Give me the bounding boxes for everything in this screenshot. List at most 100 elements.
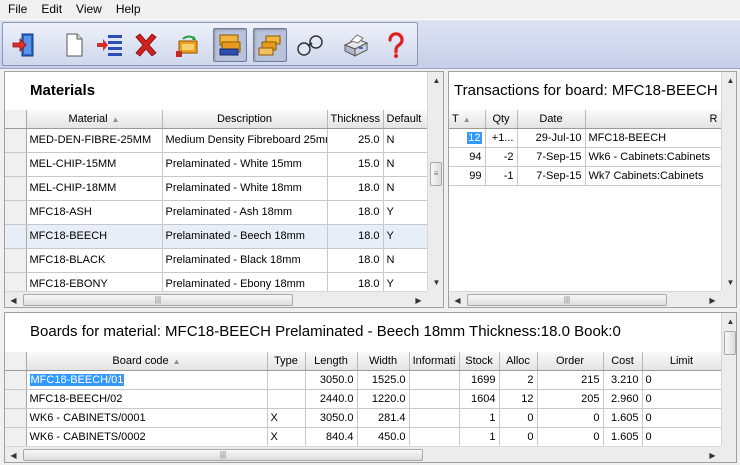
- table-cell[interactable]: Prelaminated - Black 18mm: [162, 248, 328, 273]
- help-button[interactable]: [379, 28, 413, 62]
- table-cell[interactable]: Prelaminated - White 15mm: [162, 152, 328, 177]
- table-cell[interactable]: X: [267, 408, 306, 428]
- boards-header-type[interactable]: Type: [267, 352, 306, 371]
- table-row[interactable]: MFC18-BEECH/02 2440.0 1220.0 1604 12 205 2.960…: [5, 389, 722, 409]
- table-cell[interactable]: 15.0: [327, 152, 384, 177]
- table-cell[interactable]: [409, 389, 460, 409]
- table-cell[interactable]: 94: [449, 147, 486, 167]
- row-selector[interactable]: [5, 408, 27, 428]
- table-cell[interactable]: 18.0: [327, 248, 384, 273]
- row-selector[interactable]: [5, 370, 27, 390]
- transactions-vscroll[interactable]: ▲ ▼: [721, 72, 736, 291]
- table-cell[interactable]: 3050.0: [305, 408, 358, 428]
- table-cell[interactable]: Prelaminated - Beech 18mm: [162, 224, 328, 249]
- scroll-down-icon[interactable]: ▼: [722, 274, 736, 291]
- transactions-header-r[interactable]: R: [585, 110, 722, 129]
- table-row[interactable]: MFC18-BLACK Prelaminated - Black 18mm 18.0…: [5, 248, 428, 273]
- table-row[interactable]: WK6 - CABINETS/0001 X 3050.0 281.4 1 0 0 1.605 0: [5, 408, 722, 428]
- boards-header-width[interactable]: Width: [357, 352, 410, 371]
- menu-view[interactable]: View: [69, 0, 109, 19]
- scroll-right-icon[interactable]: ▶: [704, 292, 721, 307]
- table-cell[interactable]: 2440.0: [305, 389, 358, 409]
- table-cell[interactable]: 0: [642, 389, 722, 409]
- boards-header-limit[interactable]: Limit: [642, 352, 722, 371]
- row-selector[interactable]: [5, 427, 27, 447]
- table-cell[interactable]: MFC18-BLACK: [26, 248, 163, 273]
- table-cell[interactable]: Prelaminated - Ash 18mm: [162, 200, 328, 225]
- table-cell[interactable]: N: [383, 176, 428, 201]
- row-selector[interactable]: [5, 389, 27, 409]
- table-cell[interactable]: 3.210: [603, 370, 643, 390]
- row-selector[interactable]: [5, 128, 27, 153]
- table-cell[interactable]: 1604: [459, 389, 500, 409]
- exit-button[interactable]: [7, 28, 41, 62]
- table-cell[interactable]: Prelaminated - White 18mm: [162, 176, 328, 201]
- new-button[interactable]: [57, 28, 91, 62]
- table-cell[interactable]: 25.0: [327, 128, 384, 153]
- transactions-hscroll-thumb[interactable]: |||: [467, 294, 667, 306]
- table-cell[interactable]: 1699: [459, 370, 500, 390]
- scroll-up-icon[interactable]: ▲: [722, 313, 736, 330]
- table-cell[interactable]: 12: [449, 128, 486, 148]
- boards-view-button[interactable]: [213, 28, 247, 62]
- table-cell[interactable]: 99: [449, 166, 486, 186]
- boards-hscroll-thumb[interactable]: |||: [23, 449, 423, 461]
- table-cell[interactable]: -2: [485, 147, 518, 167]
- table-cell[interactable]: 1220.0: [357, 389, 410, 409]
- table-cell[interactable]: X: [267, 427, 306, 447]
- scroll-up-icon[interactable]: ▲: [428, 72, 443, 89]
- table-row[interactable]: 12 +1... 29-Jul-10 MFC18-BEECH: [449, 128, 722, 148]
- table-cell[interactable]: 1525.0: [357, 370, 410, 390]
- materials-vscroll-thumb[interactable]: ≡: [430, 162, 442, 186]
- boards-header-alloc[interactable]: Alloc: [499, 352, 538, 371]
- materials-hscroll[interactable]: ◀ ||| ▶: [5, 291, 427, 307]
- materials-vscroll[interactable]: ▲ ≡ ▼: [427, 72, 443, 291]
- table-cell[interactable]: MFC18-BEECH/01: [26, 370, 268, 390]
- table-cell[interactable]: 7-Sep-15: [517, 166, 586, 186]
- scroll-left-icon[interactable]: ◀: [449, 292, 466, 307]
- table-cell[interactable]: N: [383, 248, 428, 273]
- menu-file[interactable]: File: [0, 0, 34, 19]
- scroll-right-icon[interactable]: ▶: [410, 292, 427, 307]
- table-cell[interactable]: 450.0: [357, 427, 410, 447]
- table-cell[interactable]: 18.0: [327, 200, 384, 225]
- table-cell[interactable]: 0: [642, 370, 722, 390]
- table-cell[interactable]: 205: [537, 389, 604, 409]
- table-cell[interactable]: Y: [383, 200, 428, 225]
- boards-header-length[interactable]: Length: [305, 352, 358, 371]
- table-cell[interactable]: 29-Jul-10: [517, 128, 586, 148]
- table-row[interactable]: MEL-CHIP-15MM Prelaminated - White 15mm 15…: [5, 152, 428, 177]
- transactions-header-qty[interactable]: Qty: [485, 110, 518, 129]
- table-cell[interactable]: MEL-CHIP-18MM: [26, 176, 163, 201]
- table-cell[interactable]: Medium Density Fibreboard 25mm: [162, 128, 328, 153]
- boards-header-information[interactable]: Informati: [409, 352, 460, 371]
- table-cell[interactable]: Wk7 Cabinets:Cabinets: [585, 166, 722, 186]
- table-cell[interactable]: 7-Sep-15: [517, 147, 586, 167]
- scroll-down-icon[interactable]: ▼: [428, 274, 443, 291]
- table-cell[interactable]: 3050.0: [305, 370, 358, 390]
- transactions-header-t[interactable]: T ▲: [449, 110, 486, 129]
- insert-rows-button[interactable]: [93, 28, 127, 62]
- row-selector[interactable]: [5, 200, 27, 225]
- table-cell[interactable]: 1: [459, 408, 500, 428]
- table-cell[interactable]: 0: [499, 408, 538, 428]
- table-cell[interactable]: MFC18-BEECH: [26, 224, 163, 249]
- boards-vscroll[interactable]: ▲: [721, 313, 736, 446]
- table-cell[interactable]: 2: [499, 370, 538, 390]
- boards-header-board-code[interactable]: Board code ▲: [26, 352, 268, 371]
- row-selector[interactable]: [5, 152, 27, 177]
- table-row[interactable]: 99 -1 7-Sep-15 Wk7 Cabinets:Cabinets: [449, 166, 722, 186]
- table-row[interactable]: MED-DEN-FIBRE-25MM Medium Density Fibrebo…: [5, 128, 428, 153]
- table-row[interactable]: MEL-CHIP-18MM Prelaminated - White 18mm 18…: [5, 176, 428, 201]
- materials-header-material[interactable]: Material ▲: [26, 110, 163, 129]
- table-cell[interactable]: MFC18-BEECH: [585, 128, 722, 148]
- scroll-right-icon[interactable]: ▶: [704, 447, 721, 462]
- boards-header-order[interactable]: Order: [537, 352, 604, 371]
- table-cell[interactable]: 0: [642, 427, 722, 447]
- table-cell[interactable]: 840.4: [305, 427, 358, 447]
- transactions-header-date[interactable]: Date: [517, 110, 586, 129]
- table-cell[interactable]: [409, 370, 460, 390]
- table-cell[interactable]: N: [383, 128, 428, 153]
- table-cell[interactable]: -1: [485, 166, 518, 186]
- boards-vscroll-thumb[interactable]: [724, 331, 736, 355]
